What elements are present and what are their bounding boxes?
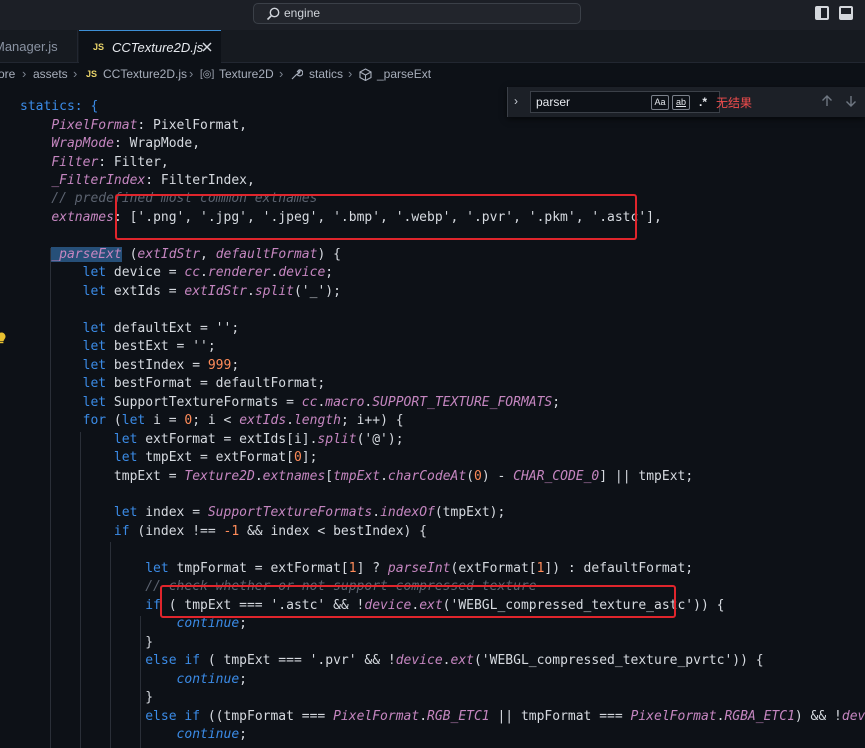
toggle-replace-icon[interactable]: › (514, 94, 518, 108)
close-icon[interactable] (200, 40, 214, 54)
code-line: } (20, 635, 154, 650)
tab-label: CCTexture2D.js (112, 40, 204, 55)
command-center-search[interactable]: engine (253, 3, 581, 24)
toggle-sidebar-icon[interactable] (815, 6, 829, 20)
code-line: Filter: Filter, (51, 155, 169, 170)
chevron-right-icon: › (279, 66, 284, 81)
tab-cctexture2d-js[interactable]: JS CCTexture2D.js (79, 30, 221, 63)
code-line: tmpExt = Texture2D.extnames[tmpExt.charC… (20, 469, 694, 484)
code-line: else if ((tmpFormat === PixelFormat.RGB_… (145, 709, 865, 724)
code-line: let device = cc.renderer.device; (82, 265, 334, 280)
annotation-box-astc-check (160, 585, 676, 618)
find-widget: › Aa ab .* 无结果 (507, 87, 865, 117)
code-line: if (index !== -1 && index < bestIndex) { (113, 524, 427, 539)
code-line: let tmpFormat = extFormat[1] ? parseInt(… (145, 561, 694, 576)
code-line: for (let i = 0; i < extIds.length; i++) … (82, 413, 404, 428)
find-input[interactable] (536, 94, 646, 110)
tab-label: Manager.js (0, 39, 58, 54)
match-case-toggle[interactable]: Aa (651, 95, 669, 110)
breadcrumb-item-assets[interactable]: assets (33, 67, 68, 81)
code-line: PixelFormat: PixelFormat, (51, 118, 247, 133)
annotation-box-extnames (115, 194, 637, 240)
lightbulb-icon[interactable] (0, 332, 6, 344)
code-editor[interactable]: statics: { PixelFormat: PixelFormat, Wra… (0, 86, 865, 748)
code-line: } (20, 690, 154, 705)
find-input-box: Aa ab .* (530, 91, 720, 113)
regex-toggle[interactable]: .* (694, 95, 712, 110)
code-line: _FilterIndex: FilterIndex, (51, 173, 255, 188)
breadcrumb: ore › assets › JS CCTexture2D.js › [◎] T… (0, 63, 865, 86)
code-line: WrapMode: WrapMode, (51, 136, 201, 151)
command-center-label: engine (284, 6, 321, 20)
layout-controls (815, 4, 865, 24)
wrench-icon (291, 69, 303, 80)
code-line: continue; (176, 672, 247, 687)
js-file-icon: JS (93, 42, 105, 52)
code-line: let tmpExt = extFormat[0]; (113, 450, 318, 465)
class-icon: [◎] (200, 69, 215, 80)
code-line: let extIds = extIdStr.split('_'); (82, 284, 341, 299)
breadcrumb-item-file[interactable]: CCTexture2D.js (103, 67, 187, 81)
toggle-panel-icon[interactable] (839, 6, 853, 20)
chevron-right-icon: › (22, 66, 27, 81)
code-line-parseext: _parseExt (extIdStr, defaultFormat) { (51, 247, 341, 262)
js-file-icon: JS (86, 69, 98, 79)
arrow-up-icon[interactable] (819, 93, 835, 109)
cube-icon (359, 68, 372, 81)
breadcrumb-item-parseext[interactable]: _parseExt (377, 67, 431, 81)
chevron-right-icon: › (348, 66, 353, 81)
code-line: let bestExt = ''; (82, 339, 216, 354)
code-line: let SupportTextureFormats = cc.macro.SUP… (82, 395, 561, 410)
code-line: continue; (176, 727, 247, 742)
breadcrumb-item-ore[interactable]: ore (0, 67, 15, 81)
code-line: let bestIndex = 999; (82, 358, 240, 373)
breadcrumb-item-texture2d[interactable]: Texture2D (219, 67, 274, 81)
editor-tabs: Manager.js JS CCTexture2D.js (0, 30, 865, 63)
code-line: let bestFormat = defaultFormat; (82, 376, 326, 391)
find-result-count: 无结果 (716, 96, 753, 110)
chevron-right-icon: › (73, 66, 78, 81)
code-line: else if ( tmpExt === '.pvr' && !device.e… (145, 653, 764, 668)
arrow-down-icon[interactable] (843, 93, 859, 109)
tab-manager-js[interactable]: Manager.js (0, 30, 78, 63)
chevron-right-icon: › (189, 66, 194, 81)
search-icon (266, 7, 280, 21)
match-whole-word-toggle[interactable]: ab (672, 95, 690, 110)
code-line: statics: { (20, 99, 99, 114)
code-line: let index = SupportTextureFormats.indexO… (113, 505, 506, 520)
code-line: let defaultExt = ''; (82, 321, 240, 336)
title-bar: engine (0, 0, 865, 30)
breadcrumb-item-statics[interactable]: statics (309, 67, 343, 81)
code-line: let extFormat = extIds[i].split('@'); (113, 432, 404, 447)
